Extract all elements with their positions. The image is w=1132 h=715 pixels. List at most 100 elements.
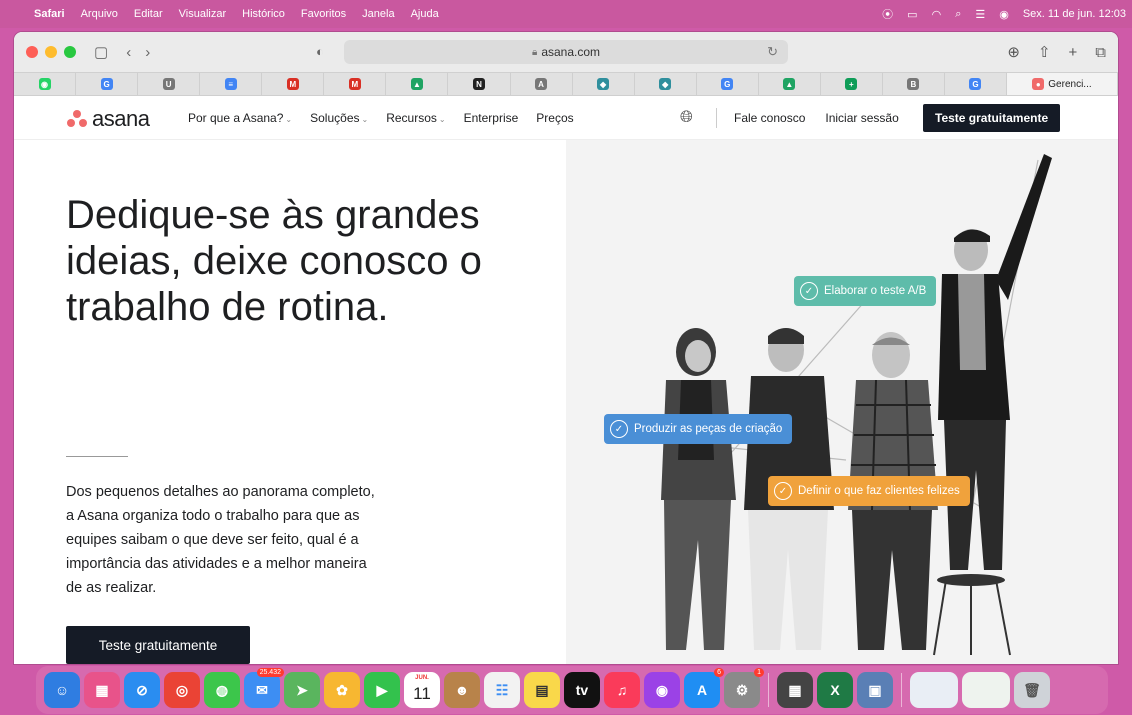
nav-enterprise[interactable]: Enterprise — [464, 111, 519, 125]
menu-visualizar[interactable]: Visualizar — [171, 8, 235, 20]
menu-editar[interactable]: Editar — [126, 8, 171, 20]
nav-recursos[interactable]: Recursos ⌄ — [386, 111, 445, 125]
tab-gmail[interactable]: M — [262, 73, 325, 95]
facetime-icon[interactable]: ▶ — [364, 672, 400, 708]
app-store-icon[interactable]: A6 — [684, 668, 724, 708]
menu-janela[interactable]: Janela — [354, 8, 402, 20]
menu-historico[interactable]: Histórico — [234, 8, 293, 20]
privacy-shield-icon[interactable]: ◐ — [316, 44, 324, 59]
sheets-plus-icon: + — [845, 78, 858, 90]
app-store-badge: 6 — [714, 668, 724, 677]
battery-icon[interactable]: ▭ — [907, 8, 917, 21]
sidebar-toggle-icon[interactable]: ▢ — [94, 43, 108, 61]
tab-notion[interactable]: N — [448, 73, 511, 95]
docs-icon: ≡ — [224, 78, 237, 90]
safari-toolbar: ▢ ‹ › ◐ 🔒︎ asana.com ↻ ⊕ ⇧ + ⧉ — [14, 32, 1118, 72]
tab-active[interactable]: ● Gerenci... — [1007, 73, 1118, 95]
tab-app-u[interactable]: U — [138, 73, 201, 95]
nav-cta-button[interactable]: Teste gratuitamente — [923, 104, 1061, 132]
new-tab-icon[interactable]: + — [1069, 44, 1078, 61]
nav-precos[interactable]: Preços — [536, 111, 573, 125]
tab-gmail-2[interactable]: M — [324, 73, 387, 95]
teams-icon: ◆ — [597, 78, 610, 90]
tab-docs[interactable]: ≡ — [200, 73, 263, 95]
nav-label: Soluções — [310, 111, 360, 125]
tab-app-a[interactable]: A — [511, 73, 573, 95]
hero-cta-button[interactable]: Teste gratuitamente — [66, 626, 250, 664]
globe-icon[interactable]: 🌐︎ — [680, 109, 693, 127]
launchpad-icon[interactable]: ▦ — [84, 672, 120, 708]
tag-label: Produzir as peças de criação — [634, 423, 783, 435]
tab-teams-2[interactable]: ◆ — [635, 73, 697, 95]
calculator-icon[interactable]: ▦ — [777, 672, 813, 708]
hero-text-panel: Dedique-se às grandes ideias, deixe cono… — [14, 140, 566, 664]
excel-icon[interactable]: X — [817, 672, 853, 708]
asana-favicon-icon: ● — [1032, 78, 1045, 90]
system-preferences-icon[interactable]: ⚙ 1 — [724, 668, 764, 708]
photos-icon[interactable]: ✿ — [324, 672, 360, 708]
downloads-icon[interactable]: ⊕ — [1007, 43, 1020, 61]
login-link[interactable]: Iniciar sessão — [825, 111, 898, 125]
messages-icon[interactable]: ◍ — [204, 672, 240, 708]
close-window-button[interactable] — [26, 46, 38, 58]
safari-icon[interactable]: ⊘ — [124, 672, 160, 708]
reload-icon[interactable]: ↻ — [767, 44, 778, 60]
maximize-window-button[interactable] — [64, 46, 76, 58]
podcasts-icon[interactable]: ◉ — [644, 672, 680, 708]
tag-label: Definir o que faz clientes felizes — [798, 485, 960, 497]
mail-icon[interactable]: ✉ 25.432 — [244, 668, 284, 708]
recent-window-thumbnail-2[interactable] — [962, 672, 1010, 708]
address-bar[interactable]: 🔒︎ asana.com ↻ — [344, 40, 788, 64]
wifi-icon[interactable]: ◠ — [932, 8, 942, 21]
chevron-down-icon: ⌄ — [361, 115, 369, 124]
maps-icon[interactable]: ➤ — [284, 672, 320, 708]
reminders-icon[interactable]: ☷ — [484, 672, 520, 708]
tab-app-b[interactable]: B — [883, 73, 945, 95]
siri-icon[interactable]: ◉ — [999, 8, 1009, 21]
calendar-icon[interactable]: JUN. 11 — [404, 672, 440, 708]
screen-record-icon[interactable]: ⦿ — [882, 6, 893, 22]
contact-link[interactable]: Fale conosco — [734, 111, 805, 125]
window-controls — [14, 46, 76, 58]
menu-favoritos[interactable]: Favoritos — [293, 8, 354, 20]
music-icon[interactable]: ♫ — [604, 672, 640, 708]
tab-google-3[interactable]: G — [945, 73, 1007, 95]
tab-teams[interactable]: ◆ — [573, 73, 635, 95]
tab-drive-2[interactable]: ▲ — [759, 73, 821, 95]
hero-headline: Dedique-se às grandes ideias, deixe cono… — [66, 193, 482, 329]
minimize-window-button[interactable] — [45, 46, 57, 58]
asana-logo[interactable]: asana — [66, 106, 150, 132]
asana-logo-icon — [66, 110, 88, 128]
tab-whatsapp[interactable]: ◉ — [14, 73, 77, 95]
nav-por-que-asana[interactable]: Por que a Asana? ⌄ — [188, 111, 292, 125]
tag-label: Elaborar o teste A/B — [824, 285, 927, 297]
prefs-badge: 1 — [754, 668, 764, 677]
apple-tv-icon[interactable]: tv — [564, 672, 600, 708]
menu-arquivo[interactable]: Arquivo — [73, 8, 126, 20]
menu-ajuda[interactable]: Ajuda — [403, 8, 447, 20]
tab-google[interactable]: G — [76, 73, 139, 95]
tab-google-2[interactable]: G — [697, 73, 759, 95]
chrome-icon[interactable]: ◎ — [164, 672, 200, 708]
nav-label: Recursos — [386, 111, 437, 125]
trash-icon[interactable]: 🗑︎ — [1014, 672, 1050, 708]
tab-drive[interactable]: ▲ — [386, 73, 449, 95]
back-icon[interactable]: ‹ — [126, 44, 131, 61]
calendar-day: 11 — [413, 684, 431, 703]
menubar-clock[interactable]: Sex. 11 de jun. 12:03 — [1023, 8, 1126, 20]
team-photo-illustration — [655, 154, 1052, 656]
menu-app-safari[interactable]: Safari — [26, 8, 73, 20]
tab-overview-icon[interactable]: ⧉ — [1095, 44, 1106, 61]
spotlight-icon[interactable]: ⌕ — [955, 8, 961, 21]
finder-icon[interactable]: ☺ — [44, 672, 80, 708]
nav-solucoes[interactable]: Soluções ⌄ — [310, 111, 368, 125]
share-icon[interactable]: ⇧ — [1038, 43, 1051, 61]
recent-window-thumbnail-1[interactable] — [910, 672, 958, 708]
contacts-icon[interactable]: ☻ — [444, 672, 480, 708]
preview-icon[interactable]: ▣ — [857, 672, 893, 708]
notes-icon[interactable]: ▤ — [524, 672, 560, 708]
tab-sheets-plus[interactable]: + — [821, 73, 883, 95]
control-center-icon[interactable]: ☰ — [975, 8, 985, 21]
forward-icon[interactable]: › — [145, 44, 150, 61]
tab-bar: ◉ G U ≡ M M ▲ N A ◆ ◆ G ▲ + B G ● Gerenci... — [14, 72, 1118, 96]
